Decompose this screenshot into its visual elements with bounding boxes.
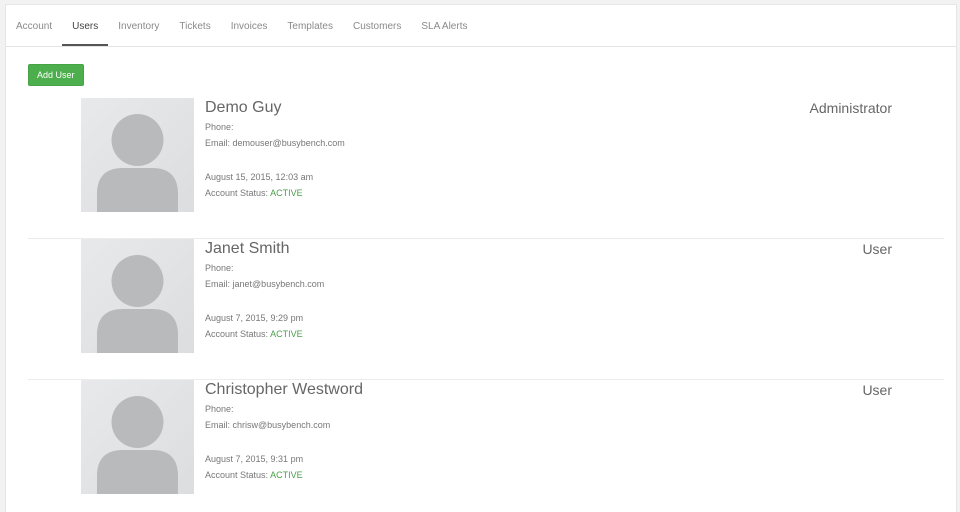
tab-inventory[interactable]: Inventory	[108, 5, 169, 32]
user-role: User	[862, 382, 892, 398]
user-name[interactable]: Janet Smith	[205, 240, 324, 258]
email-value: chrisw@busybench.com	[232, 420, 331, 430]
list-item: Demo Guy Phone: Email: demouser@busybenc…	[28, 98, 944, 239]
user-info: Christopher Westword Phone: Email: chris…	[205, 380, 363, 483]
list-item: Christopher Westword Phone: Email: chris…	[28, 380, 944, 512]
list-item: Janet Smith Phone: Email: janet@busybenc…	[28, 239, 944, 380]
tab-bar: Account Users Inventory Tickets Invoices…	[6, 5, 956, 47]
email-label: Email:	[205, 138, 231, 148]
email-label: Email:	[205, 279, 231, 289]
email-line: Email: chrisw@busybench.com	[205, 417, 363, 433]
avatar	[81, 380, 194, 494]
tab-customers[interactable]: Customers	[343, 5, 411, 32]
email-value: janet@busybench.com	[232, 279, 325, 289]
user-name[interactable]: Demo Guy	[205, 99, 345, 117]
status-label: Account Status:	[205, 188, 269, 198]
phone-label: Phone:	[205, 122, 234, 132]
status-line: Account Status: ACTIVE	[205, 467, 363, 483]
status-label: Account Status:	[205, 329, 269, 339]
created-date: August 7, 2015, 9:29 pm	[205, 313, 304, 323]
email-line: Email: janet@busybench.com	[205, 276, 324, 292]
tab-account[interactable]: Account	[6, 5, 62, 32]
tab-invoices[interactable]: Invoices	[221, 5, 278, 32]
add-user-button[interactable]: Add User	[28, 64, 84, 86]
user-info: Demo Guy Phone: Email: demouser@busybenc…	[205, 98, 345, 201]
status-line: Account Status: ACTIVE	[205, 326, 324, 342]
user-role: User	[862, 241, 892, 257]
created-date: August 15, 2015, 12:03 am	[205, 172, 314, 182]
main-panel: Account Users Inventory Tickets Invoices…	[5, 4, 957, 512]
tab-sla-alerts[interactable]: SLA Alerts	[411, 5, 477, 32]
phone-line: Phone:	[205, 119, 345, 135]
phone-line: Phone:	[205, 401, 363, 417]
user-list: Demo Guy Phone: Email: demouser@busybenc…	[6, 98, 956, 512]
status-badge: ACTIVE	[270, 329, 303, 339]
user-info: Janet Smith Phone: Email: janet@busybenc…	[205, 239, 324, 342]
person-silhouette-icon	[97, 396, 178, 494]
status-badge: ACTIVE	[270, 470, 303, 480]
user-name[interactable]: Christopher Westword	[205, 381, 363, 399]
avatar	[81, 239, 194, 353]
tab-tickets[interactable]: Tickets	[169, 5, 220, 32]
avatar	[81, 98, 194, 212]
user-role: Administrator	[809, 100, 892, 116]
email-label: Email:	[205, 420, 231, 430]
phone-line: Phone:	[205, 260, 324, 276]
status-label: Account Status:	[205, 470, 269, 480]
created-date: August 7, 2015, 9:31 pm	[205, 454, 304, 464]
email-line: Email: demouser@busybench.com	[205, 135, 345, 151]
tab-users[interactable]: Users	[62, 5, 109, 46]
tab-templates[interactable]: Templates	[277, 5, 343, 32]
phone-label: Phone:	[205, 263, 234, 273]
status-line: Account Status: ACTIVE	[205, 185, 345, 201]
phone-label: Phone:	[205, 404, 234, 414]
toolbar: Add User	[6, 47, 956, 87]
status-badge: ACTIVE	[270, 188, 303, 198]
person-silhouette-icon	[97, 255, 178, 353]
email-value: demouser@busybench.com	[232, 138, 345, 148]
person-silhouette-icon	[97, 114, 178, 212]
